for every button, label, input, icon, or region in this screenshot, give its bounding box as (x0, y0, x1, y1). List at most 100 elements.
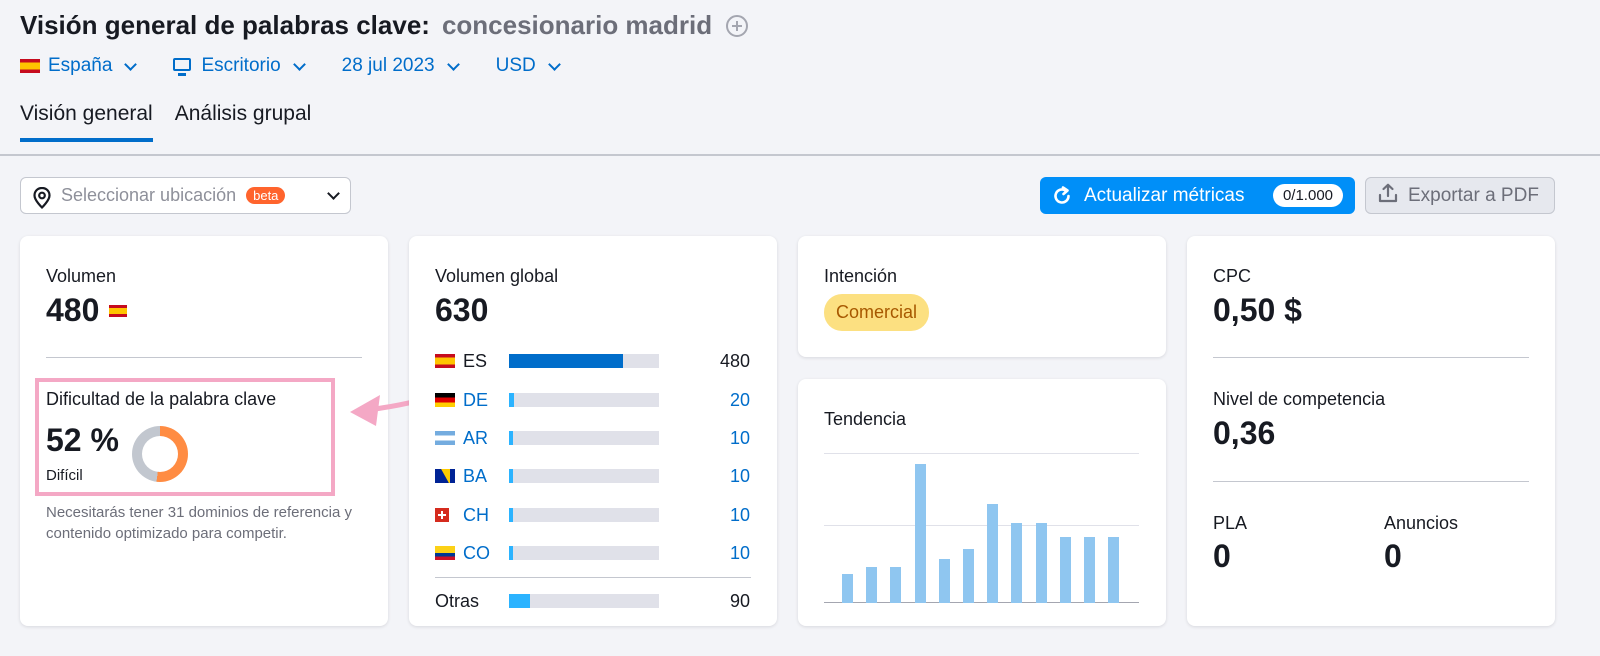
colombia-flag-icon (435, 546, 455, 560)
trend-bar[interactable] (938, 559, 950, 603)
trend-card: Tendencia (798, 379, 1166, 626)
country-code[interactable]: CO (463, 543, 509, 564)
country-share-bar (509, 508, 659, 522)
country-row-ba[interactable]: BA 10 (435, 466, 750, 486)
intent-label: Intención (824, 266, 898, 286)
export-icon (1378, 183, 1398, 209)
filters-bar: España Escritorio 28 jul 2023 USD (20, 55, 563, 77)
location-select[interactable]: Seleccionar ubicación beta (20, 177, 351, 214)
pla-label: PLA (1213, 513, 1248, 533)
global-volume-value: 630 (435, 292, 489, 328)
kd-donut-chart (132, 426, 188, 482)
volume-value-row: 480 (46, 292, 128, 329)
share-bar-fill (509, 469, 513, 483)
switzerland-flag-icon (435, 508, 449, 522)
volume-value: 480 (46, 292, 100, 328)
country-share-bar (509, 469, 659, 483)
country-volume[interactable]: 20 (730, 390, 750, 411)
keyword-title: concesionario madrid (441, 10, 713, 40)
germany-flag-icon (435, 393, 455, 407)
country-row-co[interactable]: CO 10 (435, 543, 750, 563)
global-volume-card: Volumen global 630 ES 480 DE 20 AR 10 BA… (409, 236, 777, 626)
country-code[interactable]: CH (463, 505, 509, 526)
country-volume[interactable]: 10 (730, 428, 750, 449)
currency-filter-label: USD (495, 55, 536, 76)
country-row-ar[interactable]: AR 10 (435, 428, 750, 448)
kd-note: Necesitarás tener 31 dominios de referen… (46, 504, 352, 542)
intent-badge: Comercial (824, 294, 930, 331)
global-volume-label: Volumen global (435, 266, 559, 286)
trend-bar[interactable] (963, 548, 974, 603)
trend-gridline (824, 453, 1139, 454)
trend-bar[interactable] (1084, 537, 1095, 603)
kd-level: Difícil (46, 467, 83, 484)
chevron-down-icon (292, 57, 306, 71)
chevron-down-icon (547, 57, 561, 71)
country-volume[interactable]: 10 (730, 543, 750, 564)
country-share-bar (509, 546, 659, 560)
country-share-bar (509, 393, 659, 407)
trend-bar[interactable] (1059, 537, 1071, 603)
trend-bar[interactable] (914, 464, 926, 603)
trend-gridline (824, 525, 1139, 526)
cpc-label: CPC (1213, 266, 1252, 286)
ads-label: Anuncios (1384, 513, 1459, 533)
desktop-icon (173, 57, 192, 76)
refresh-icon (1052, 185, 1072, 206)
other-label: Otras (435, 590, 480, 611)
country-row-es[interactable]: ES 480 (435, 351, 750, 371)
export-pdf-button[interactable]: Exportar a PDF (1365, 177, 1555, 214)
country-row-de[interactable]: DE 20 (435, 390, 750, 410)
tabs-divider (0, 154, 1600, 156)
spain-flag-icon (20, 59, 40, 73)
country-filter[interactable]: España (20, 55, 139, 77)
trend-bar[interactable] (866, 566, 878, 603)
page-header: Visión general de palabras clave: conces… (20, 10, 749, 41)
chevron-down-icon (327, 187, 340, 200)
tab-overview[interactable]: Visión general (20, 102, 153, 142)
pla-value: 0 (1213, 538, 1231, 574)
page-title: Visión general de palabras clave: (20, 10, 430, 40)
trend-bar[interactable] (842, 573, 853, 603)
competition-value: 0,36 (1213, 415, 1276, 451)
trend-bar[interactable] (1011, 522, 1023, 603)
country-share-bar (509, 354, 659, 368)
volume-divider (46, 357, 362, 358)
cpc-card: CPC 0,50 $ Nivel de competencia 0,36 PLA… (1187, 236, 1555, 626)
country-share-bar (509, 431, 659, 445)
country-code[interactable]: BA (463, 466, 509, 487)
country-code[interactable]: AR (463, 428, 509, 449)
intent-card: Intención Comercial (798, 236, 1166, 357)
trend-bar[interactable] (987, 503, 999, 603)
location-select-placeholder: Seleccionar ubicación (61, 185, 237, 205)
date-filter[interactable]: 28 jul 2023 (342, 55, 462, 77)
trend-bar[interactable] (890, 566, 902, 603)
country-volume: 480 (719, 350, 750, 371)
global-volume-divider (435, 577, 751, 578)
spain-flag-icon (109, 304, 128, 317)
country-volume[interactable]: 10 (730, 505, 750, 526)
cpc-value: 0,50 $ (1213, 292, 1302, 328)
device-filter[interactable]: Escritorio (173, 55, 307, 77)
other-share-bar (509, 594, 659, 608)
add-keyword-icon[interactable] (726, 14, 749, 37)
trend-bar[interactable] (1035, 522, 1047, 603)
country-code: ES (463, 350, 488, 371)
export-pdf-label: Exportar a PDF (1408, 184, 1539, 206)
argentina-flag-icon (435, 431, 455, 445)
currency-filter[interactable]: USD (496, 55, 563, 77)
share-bar-fill (509, 546, 513, 560)
cpc-divider (1213, 357, 1529, 358)
competition-label: Nivel de competencia (1213, 389, 1386, 409)
other-volume: 90 (729, 590, 750, 611)
country-volume[interactable]: 10 (730, 466, 750, 487)
tab-cluster-analysis[interactable]: Análisis grupal (175, 102, 312, 142)
trend-bar[interactable] (1108, 537, 1120, 603)
country-code[interactable]: DE (463, 390, 509, 411)
share-bar-fill (509, 594, 530, 608)
update-metrics-button[interactable]: Actualizar métricas 0/1.000 (1040, 177, 1355, 214)
chevron-down-icon (446, 57, 460, 71)
kd-label: Dificultad de la palabra clave (46, 389, 277, 409)
country-row-other: Otras 90 (435, 591, 750, 611)
country-row-ch[interactable]: CH 10 (435, 505, 750, 525)
